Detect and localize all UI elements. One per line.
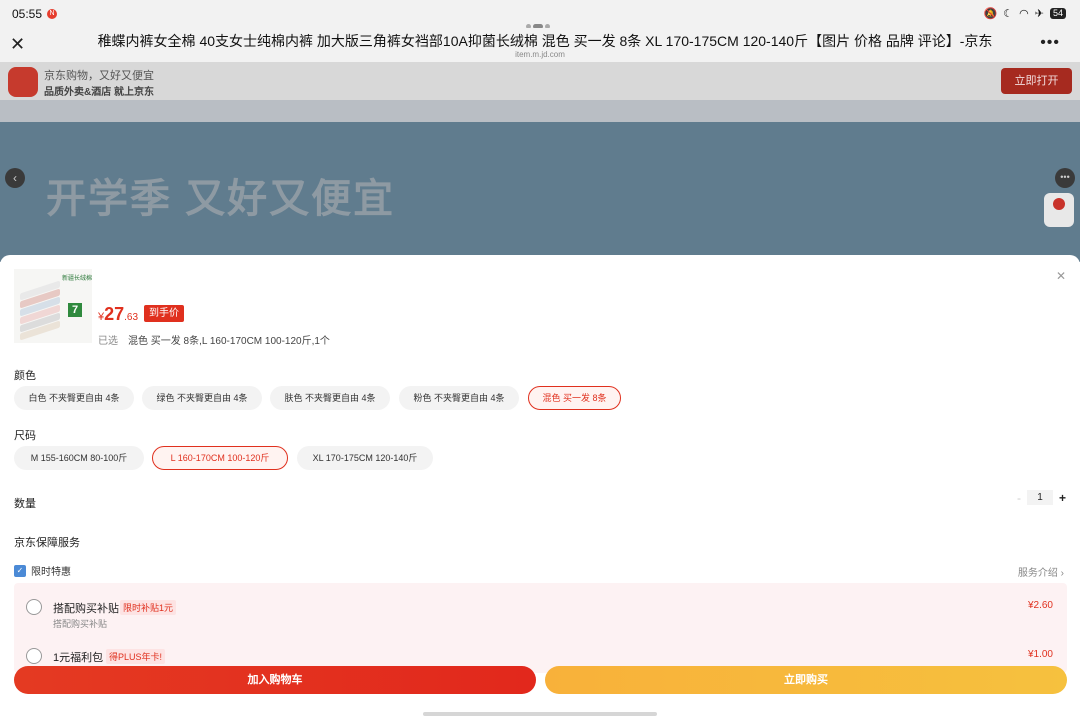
browser-header: ✕ 稚蝶内裤女全棉 40支女士纯棉内裤 加大版三角裤女裆部10A抑菌长绒棉 混色…: [0, 28, 1080, 62]
ellipsis-icon[interactable]: •••: [1055, 168, 1075, 188]
service-tag: 限时补贴1元: [120, 600, 177, 615]
color-option-pink[interactable]: 粉色 不夹臀更自由 4条: [399, 386, 519, 410]
notification-badge: N: [47, 9, 57, 19]
size-label: 尺码: [14, 430, 36, 442]
wifi-icon: ◠: [1019, 8, 1031, 20]
service-intro-link[interactable]: 服务介绍 ›: [1018, 564, 1064, 579]
size-option-m[interactable]: M 155-160CM 80-100斤: [14, 446, 144, 470]
size-option-xl[interactable]: XL 170-175CM 120-140斤: [297, 446, 433, 470]
sku-selector-sheet: 新疆长绒棉 7 ✕ ¥27.63 到手价 已选 混色 买一发 8条,L 160-1…: [0, 255, 1080, 720]
airplane-icon: ✈: [1034, 8, 1046, 20]
underwear-stack-image: [20, 280, 60, 341]
add-to-cart-button[interactable]: 加入购物车: [14, 666, 536, 694]
quantity-minus-button[interactable]: -: [1017, 491, 1021, 505]
size-option-l[interactable]: L 160-170CM 100-120斤: [152, 446, 288, 470]
thumb-tag: 新疆长绒棉: [62, 276, 92, 282]
system-icons: 🔕 ☾ ◠ ✈ 54: [984, 7, 1066, 20]
limited-offer-label: 限时特惠: [31, 567, 71, 578]
back-arrow-icon[interactable]: ‹: [5, 168, 25, 188]
close-sheet-icon[interactable]: ✕: [1056, 269, 1066, 283]
price-integer: 27: [104, 304, 125, 324]
color-option-skin[interactable]: 肤色 不夹臀更自由 4条: [270, 386, 390, 410]
service-item[interactable]: 搭配购买补贴 限时补贴1元 搭配购买补贴 ¥2.60: [14, 583, 1067, 629]
badge-icon: [1053, 198, 1065, 210]
page-url: item.m.jd.com: [515, 50, 565, 59]
hero-text: 开学季 又好又便宜: [46, 177, 396, 221]
price: ¥27.63: [98, 304, 138, 325]
open-app-button[interactable]: 立即打开: [1001, 68, 1072, 94]
app-banner: 京东购物，又好又便宜 品质外卖&酒店 就上京东 立即打开: [0, 62, 1080, 100]
color-option-green[interactable]: 绿色 不夹臀更自由 4条: [142, 386, 262, 410]
hero-banner: 开学季 又好又便宜: [0, 122, 1080, 262]
multitask-handle[interactable]: [526, 16, 554, 29]
background-page: 京东购物，又好又便宜 品质外卖&酒店 就上京东 立即打开 开学季 又好又便宜 ‹…: [0, 62, 1080, 262]
buy-now-button[interactable]: 立即购买: [545, 666, 1067, 694]
banner-line1: 京东购物，又好又便宜: [44, 70, 154, 82]
quantity-plus-button[interactable]: +: [1059, 491, 1066, 505]
quantity-stepper: - 1 +: [1017, 490, 1066, 505]
quantity-label: 数量: [14, 498, 36, 510]
service-tag: 得PLUS年卡!: [106, 649, 166, 664]
clock: 05:55: [12, 7, 43, 21]
product-thumbnail[interactable]: 新疆长绒棉 7: [14, 269, 92, 343]
quantity-input[interactable]: 1: [1026, 490, 1053, 505]
mute-icon: 🔕: [983, 8, 1000, 20]
color-option-mixed[interactable]: 混色 买一发 8条: [528, 386, 621, 410]
selected-value: 混色 买一发 8条,L 160-170CM 100-120斤,1个: [128, 336, 330, 347]
limited-offer-row: ✓ 限时特惠: [14, 563, 71, 578]
shield-check-icon: ✓: [14, 564, 26, 577]
service-title: 京东保障服务: [14, 537, 80, 549]
service-radio[interactable]: [26, 599, 42, 615]
selected-label: 已选: [98, 336, 118, 347]
service-sub: 搭配购买补贴: [53, 619, 108, 629]
thumb-count: 7: [68, 303, 82, 317]
color-option-white[interactable]: 白色 不夹臀更自由 4条: [14, 386, 134, 410]
service-list: 搭配购买补贴 限时补贴1元 搭配购买补贴 ¥2.60 1元福利包 得PLUS年卡…: [14, 583, 1067, 673]
service-fee: ¥1.00: [1027, 649, 1053, 660]
price-decimal: .63: [124, 312, 139, 323]
service-name: 搭配购买补贴: [53, 603, 119, 615]
floating-widget[interactable]: [1044, 193, 1074, 227]
service-fee: ¥2.60: [1027, 600, 1053, 611]
selected-summary: 已选 混色 买一发 8条,L 160-170CM 100-120斤,1个: [98, 332, 330, 347]
moon-icon: ☾: [1003, 8, 1016, 20]
service-item[interactable]: 1元福利包 得PLUS年卡! ¥1.00: [14, 632, 1067, 668]
page-title: 稚蝶内裤女全棉 40支女士纯棉内裤 加大版三角裤女裆部10A抑菌长绒棉 混色 买…: [97, 33, 993, 49]
home-indicator[interactable]: [423, 712, 657, 716]
color-label: 颜色: [14, 370, 36, 382]
service-radio[interactable]: [26, 648, 42, 664]
battery-icon: 54: [1049, 8, 1066, 19]
banner-line2: 品质外卖&酒店 就上京东: [44, 87, 154, 98]
service-name: 1元福利包: [53, 652, 104, 664]
status-bar: 05:55 N 🔕 ☾ ◠ ✈ 54: [0, 0, 1080, 29]
jd-logo-icon: [8, 67, 38, 97]
more-icon[interactable]: •••: [1040, 34, 1060, 52]
price-badge: 到手价: [144, 305, 184, 322]
